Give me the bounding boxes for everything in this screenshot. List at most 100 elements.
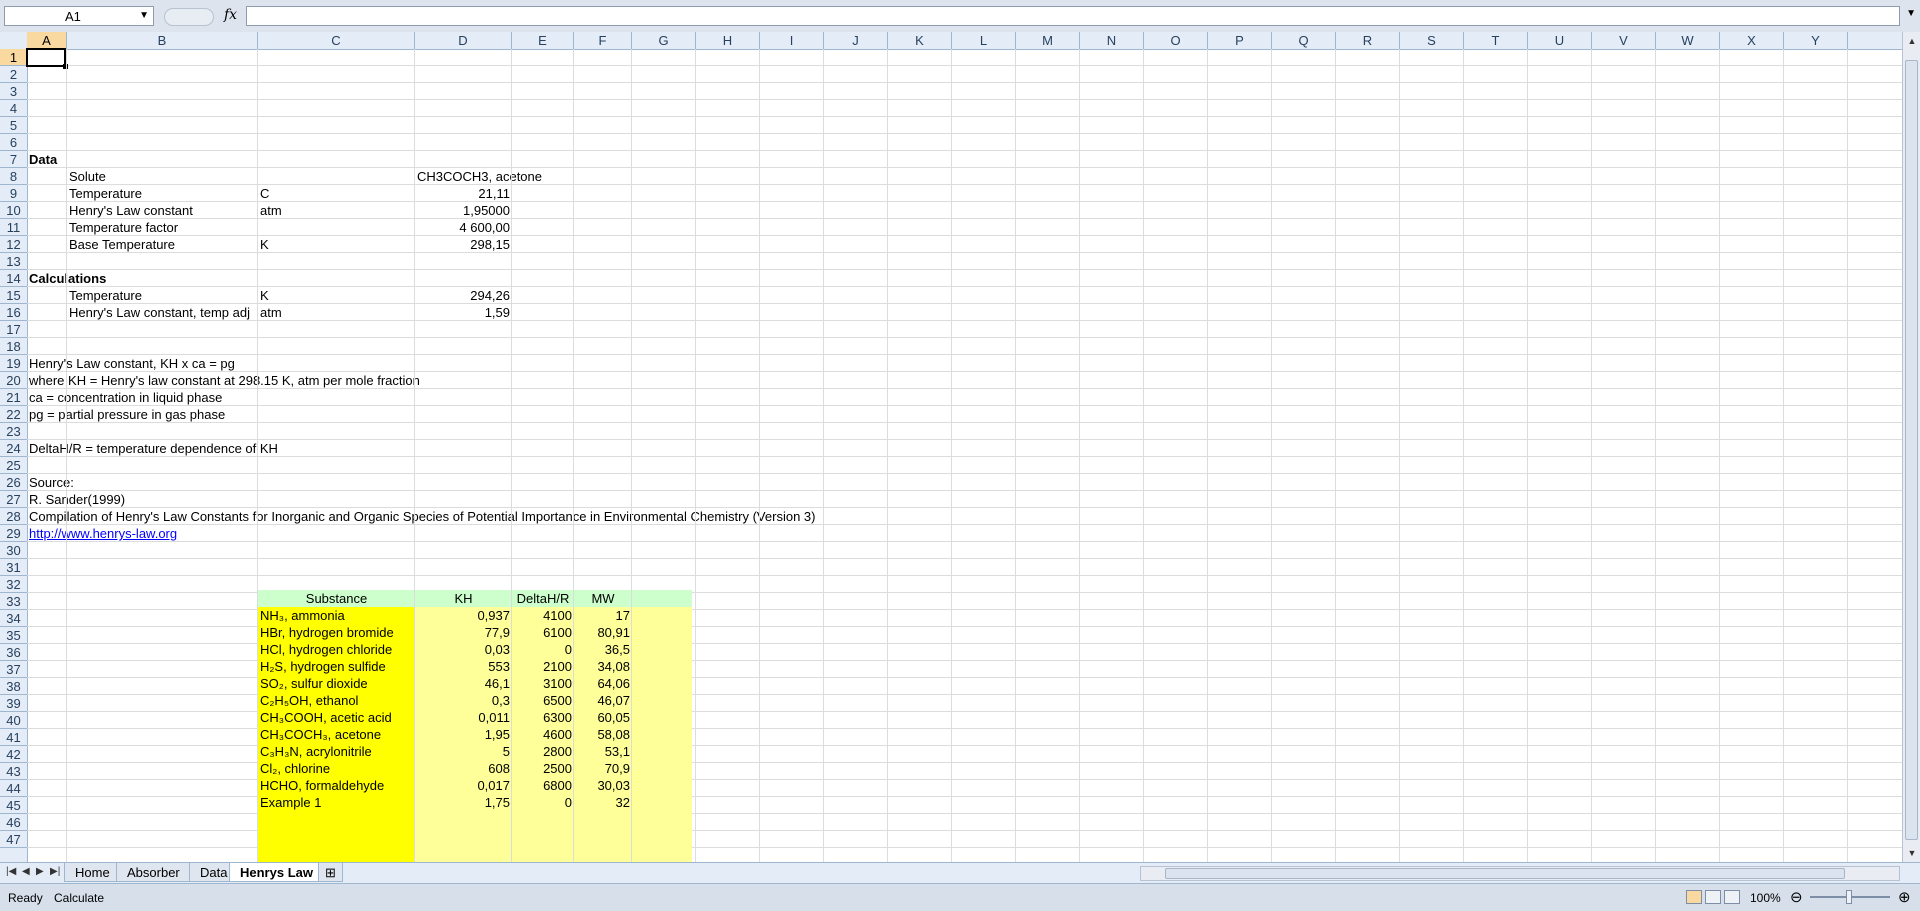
column-header[interactable]: M [1016,32,1080,49]
row-header[interactable]: 2 [0,66,27,83]
row-header[interactable]: 42 [0,746,27,763]
prev-sheet-icon[interactable]: ◀ [22,866,30,877]
substance-cell[interactable]: CH₃COCH₃, acetone [258,726,415,743]
row-header[interactable]: 10 [0,202,27,219]
vertical-scrollbar[interactable]: ▲ ▼ [1902,32,1920,862]
substance-cell[interactable]: Example 1 [258,794,415,811]
column-header[interactable]: O [1144,32,1208,49]
deltah-r-cell[interactable]: 4600 [512,726,574,743]
data-unit-base-temp[interactable]: K [258,236,271,253]
kh-cell[interactable]: 1,75 [415,794,512,811]
note-line[interactable]: ca = concentration in liquid phase [27,389,224,406]
column-header[interactable]: K [888,32,952,49]
row-header[interactable]: 18 [0,338,27,355]
kh-cell[interactable]: 0,937 [415,607,512,624]
mw-cell[interactable]: 58,08 [574,726,632,743]
row-header[interactable]: 45 [0,797,27,814]
formula-input[interactable] [246,6,1900,26]
note-line[interactable]: where KH = Henry's law constant at 298.1… [27,372,422,389]
kh-cell[interactable]: 77,9 [415,624,512,641]
column-header[interactable]: I [760,32,824,49]
formula-cancel-enter[interactable] [164,8,214,26]
column-header[interactable]: Q [1272,32,1336,49]
data-value-henrys-constant[interactable]: 1,95000 [415,202,512,219]
row-header[interactable]: 32 [0,576,27,593]
column-header[interactable]: W [1656,32,1720,49]
data-label-temp-factor[interactable]: Temperature factor [67,219,180,236]
kh-cell[interactable]: 0,03 [415,641,512,658]
row-header[interactable]: 7 [0,151,27,168]
mw-cell[interactable]: 36,5 [574,641,632,658]
note-line[interactable]: R. Sander(1999) [27,491,127,508]
data-label-solute[interactable]: Solute [67,168,108,185]
row-header[interactable]: 9 [0,185,27,202]
row-header[interactable]: 27 [0,491,27,508]
tab-henrys-law[interactable]: Henrys Law [229,863,324,882]
calc-unit-henrys-adj[interactable]: atm [258,304,284,321]
deltah-r-cell[interactable]: 4100 [512,607,574,624]
chevron-down-icon[interactable]: ▼ [139,10,149,21]
column-header[interactable]: A [27,32,67,49]
source-link[interactable]: http://www.henrys-law.org [27,525,179,542]
mw-cell[interactable]: 80,91 [574,624,632,641]
column-header[interactable]: B [67,32,258,49]
substance-cell[interactable]: H₂S, hydrogen sulfide [258,658,415,675]
row-header[interactable]: 29 [0,525,27,542]
insert-sheet-icon[interactable]: ⊞ [318,863,343,882]
scroll-up-icon[interactable]: ▲ [1904,34,1920,48]
calc-value-henrys-adj[interactable]: 1,59 [415,304,512,321]
row-header[interactable]: 22 [0,406,27,423]
row-header[interactable]: 26 [0,474,27,491]
mw-cell[interactable]: 46,07 [574,692,632,709]
row-header[interactable]: 24 [0,440,27,457]
kh-cell[interactable]: 0,017 [415,777,512,794]
mw-cell[interactable]: 32 [574,794,632,811]
kh-cell[interactable]: 1,95 [415,726,512,743]
insert-function-icon[interactable]: fx [224,7,237,23]
data-label-henrys-constant[interactable]: Henry's Law constant [67,202,195,219]
last-sheet-icon[interactable]: ▶| [50,866,60,877]
data-heading[interactable]: Data [27,151,59,168]
row-header[interactable]: 38 [0,678,27,695]
deltah-r-cell[interactable]: 6500 [512,692,574,709]
zoom-slider-knob[interactable] [1846,890,1852,904]
row-header[interactable]: 5 [0,117,27,134]
column-header[interactable]: X [1720,32,1784,49]
mw-cell[interactable]: 64,06 [574,675,632,692]
row-header[interactable]: 23 [0,423,27,440]
row-header[interactable]: 46 [0,814,27,831]
row-header[interactable]: 14 [0,270,27,287]
substance-cell[interactable]: Cl₂, chlorine [258,760,415,777]
column-header[interactable]: J [824,32,888,49]
mw-cell[interactable]: 53,1 [574,743,632,760]
substance-cell[interactable]: HBr, hydrogen bromide [258,624,415,641]
first-sheet-icon[interactable]: |◀ [6,866,16,877]
substance-cell[interactable]: NH₃, ammonia [258,607,415,624]
deltah-r-cell[interactable]: 6100 [512,624,574,641]
kh-cell[interactable]: 0,3 [415,692,512,709]
kh-cell[interactable]: 5 [415,743,512,760]
calc-value-temperature[interactable]: 294,26 [415,287,512,304]
row-header[interactable]: 1 [0,49,27,66]
row-header[interactable]: 16 [0,304,27,321]
note-line[interactable]: Henry's Law constant, KH x ca = pg [27,355,237,372]
table-header-deltah-r[interactable]: DeltaH/R [512,590,574,607]
column-header[interactable]: F [574,32,632,49]
next-sheet-icon[interactable]: ▶ [36,866,44,877]
deltah-r-cell[interactable]: 0 [512,794,574,811]
deltah-r-cell[interactable]: 2800 [512,743,574,760]
row-header[interactable]: 11 [0,219,27,236]
row-header[interactable]: 40 [0,712,27,729]
deltah-r-cell[interactable]: 3100 [512,675,574,692]
column-header[interactable]: U [1528,32,1592,49]
tab-absorber[interactable]: Absorber [116,863,191,882]
deltah-r-cell[interactable]: 0 [512,641,574,658]
note-line[interactable]: Source: [27,474,76,491]
column-header[interactable]: S [1400,32,1464,49]
column-header[interactable]: R [1336,32,1400,49]
column-header[interactable]: D [415,32,512,49]
column-header[interactable]: P [1208,32,1272,49]
deltah-r-cell[interactable]: 2500 [512,760,574,777]
row-header[interactable]: 44 [0,780,27,797]
column-header[interactable]: V [1592,32,1656,49]
